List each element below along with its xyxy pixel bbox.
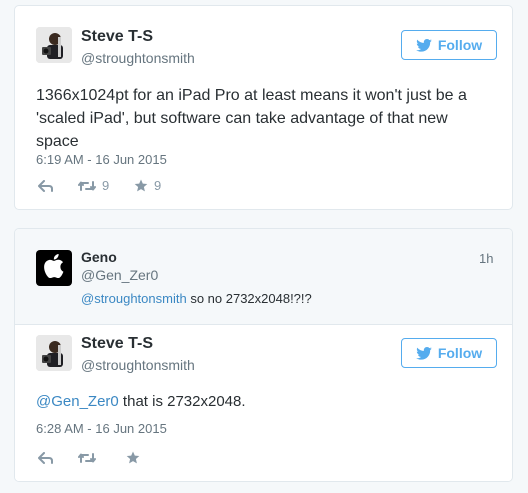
tweet-card-1: Steve T-S @stroughtonsmith Follow 1366x1… bbox=[14, 5, 513, 210]
mention-link[interactable]: @stroughtonsmith bbox=[81, 291, 187, 306]
tweet-actions bbox=[38, 451, 140, 464]
reply-button[interactable] bbox=[38, 179, 78, 192]
follow-label: Follow bbox=[437, 37, 483, 53]
author-name[interactable]: Steve T-S bbox=[81, 28, 153, 46]
reply-button[interactable] bbox=[38, 451, 78, 464]
tweet-text: @Gen_Zer0 that is 2732x2048. bbox=[36, 393, 246, 410]
author-handle[interactable]: @stroughtonsmith bbox=[81, 357, 195, 373]
avatar[interactable] bbox=[36, 27, 72, 63]
follow-button[interactable]: Follow bbox=[401, 338, 497, 368]
tweet-text: @stroughtonsmith so no 2732x2048!?!? bbox=[81, 291, 312, 306]
retweet-count: 9 bbox=[102, 178, 110, 193]
avatar[interactable] bbox=[36, 335, 72, 371]
parent-tweet[interactable]: Geno @Gen_Zer0 1h @stroughtonsmith so no… bbox=[15, 229, 512, 324]
mention-link[interactable]: @Gen_Zer0 bbox=[36, 393, 119, 410]
avatar[interactable] bbox=[36, 250, 72, 286]
favorite-star-icon bbox=[134, 179, 148, 192]
favorite-button[interactable]: 9 bbox=[134, 178, 161, 193]
timestamp[interactable]: 6:28 AM - 16 Jun 2015 bbox=[36, 421, 167, 436]
twitter-bird-icon bbox=[416, 346, 432, 360]
favorite-star-icon bbox=[126, 451, 140, 464]
timestamp[interactable]: 6:19 AM - 16 Jun 2015 bbox=[36, 152, 167, 167]
retweet-button[interactable] bbox=[78, 452, 126, 464]
reply-tweet: Steve T-S @stroughtonsmith Follow @Gen_Z… bbox=[15, 324, 512, 481]
follow-label: Follow bbox=[437, 345, 483, 361]
reply-icon bbox=[38, 179, 53, 192]
author-name[interactable]: Geno bbox=[81, 249, 117, 265]
author-handle[interactable]: @stroughtonsmith bbox=[81, 50, 195, 66]
apple-logo-icon bbox=[44, 253, 64, 283]
twitter-bird-icon bbox=[416, 38, 432, 52]
relative-timestamp[interactable]: 1h bbox=[479, 251, 493, 266]
retweet-icon bbox=[78, 180, 96, 192]
follow-button[interactable]: Follow bbox=[401, 30, 497, 60]
author-name[interactable]: Steve T-S bbox=[81, 335, 153, 353]
reply-icon bbox=[38, 451, 53, 464]
conversation-card: Geno @Gen_Zer0 1h @stroughtonsmith so no… bbox=[14, 228, 513, 482]
tweet-text: 1366x1024pt for an iPad Pro at least mea… bbox=[36, 87, 467, 150]
retweet-icon bbox=[78, 452, 96, 464]
author-handle[interactable]: @Gen_Zer0 bbox=[81, 267, 158, 283]
favorite-button[interactable] bbox=[126, 451, 140, 464]
tweet-actions: 9 9 bbox=[38, 178, 161, 193]
retweet-button[interactable]: 9 bbox=[78, 178, 134, 193]
favorite-count: 9 bbox=[154, 178, 162, 193]
